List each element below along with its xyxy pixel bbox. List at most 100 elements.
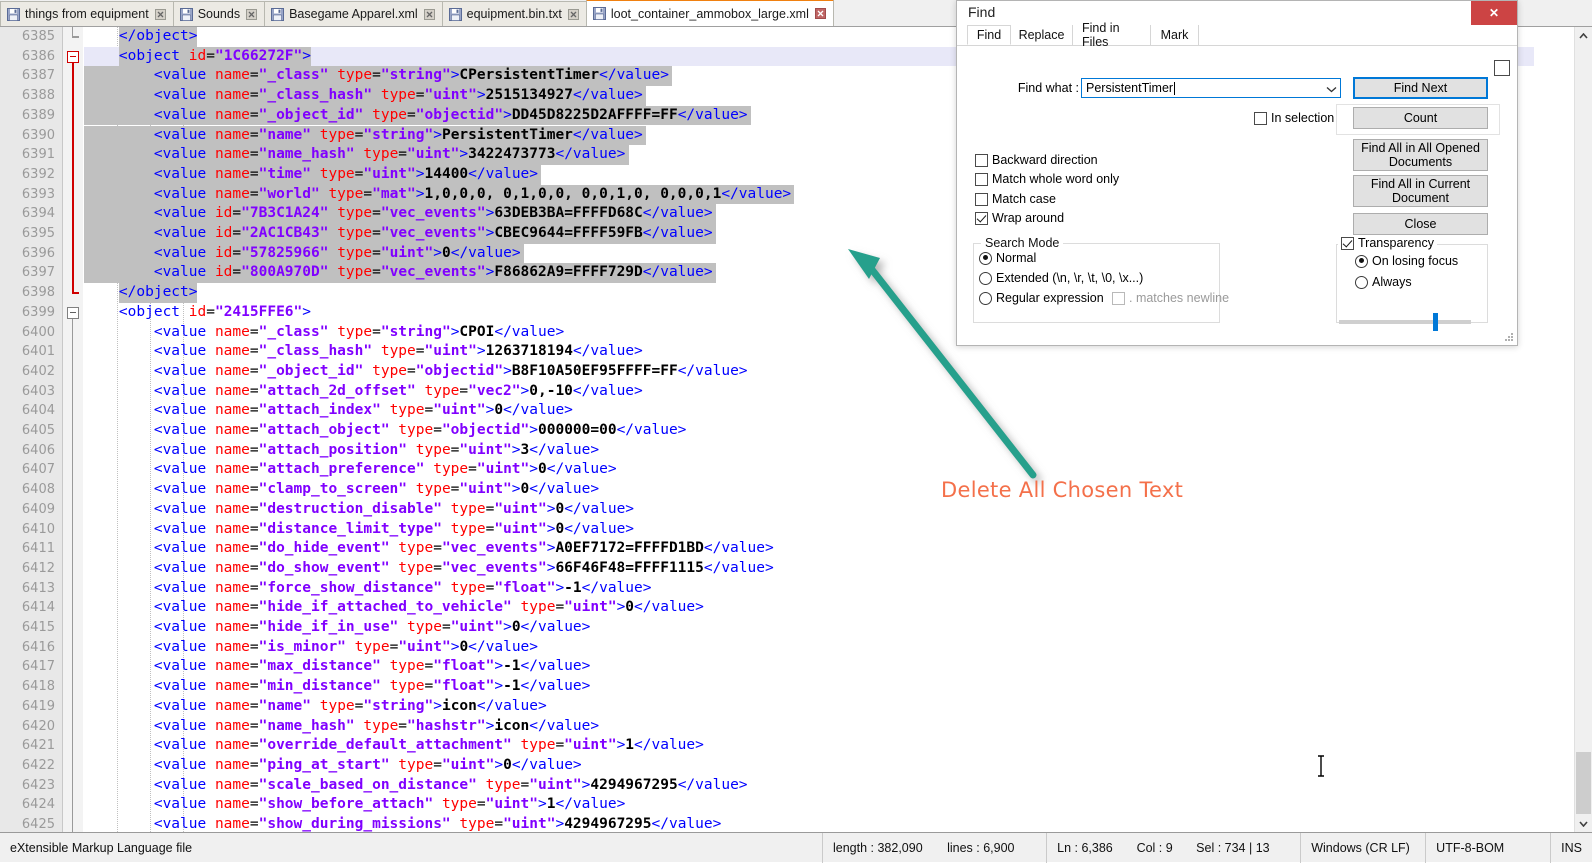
line-number: 6390 — [21, 127, 55, 143]
code-line[interactable]: <value name="override_default_attachment… — [84, 736, 1592, 756]
code-line[interactable]: <value name="clamp_to_screen" type="uint… — [84, 480, 1592, 500]
code-line[interactable]: <value name="ping_at_start" type="uint">… — [84, 756, 1592, 776]
document-tab-label: Basegame Apparel.xml — [289, 7, 418, 21]
count-button[interactable]: Count — [1353, 107, 1488, 129]
radio-box[interactable] — [979, 251, 992, 265]
code-line[interactable]: <value name="attach_position" type="uint… — [84, 441, 1592, 461]
transparency-always-radio[interactable]: Always — [1355, 275, 1412, 289]
code-line[interactable]: <value name="show_before_attach" type="u… — [84, 795, 1592, 815]
transparency-on-losing-focus-radio[interactable]: On losing focus — [1355, 254, 1458, 268]
code-line[interactable]: <value name="hide_if_in_use" type="uint"… — [84, 618, 1592, 638]
status-length: length : 382,090 — [833, 840, 923, 855]
radio-box[interactable] — [1355, 254, 1368, 268]
code-line[interactable]: <value name="show_during_missions" type=… — [84, 815, 1592, 832]
find-dialog-tab-replace[interactable]: Replace — [1011, 25, 1073, 45]
radio-box[interactable] — [1355, 275, 1368, 289]
find-dialog-tab-find[interactable]: Find — [967, 25, 1011, 45]
close-button[interactable]: Close — [1353, 213, 1488, 235]
code-folding-margin[interactable] — [63, 27, 83, 832]
fold-toggle-icon[interactable] — [67, 306, 79, 319]
checkbox-box[interactable] — [1341, 236, 1354, 250]
document-tab-label: things from equipment — [25, 7, 149, 21]
checkbox-box[interactable] — [1494, 60, 1510, 76]
in-selection-label: In selection — [1271, 111, 1335, 125]
status-line-number: Ln : 6,386 — [1057, 840, 1113, 855]
document-tab-2[interactable]: Basegame Apparel.xml — [264, 1, 443, 26]
match-case-checkbox[interactable]: Match case — [975, 192, 1056, 206]
wrap-around-checkbox[interactable]: Wrap around — [975, 211, 1064, 225]
code-line[interactable]: <value name="do_show_event" type="vec_ev… — [84, 559, 1592, 579]
find-all-opened-documents-button[interactable]: Find All in All Opened Documents — [1353, 139, 1488, 171]
vertical-scrollbar[interactable] — [1574, 27, 1592, 832]
code-line[interactable]: <value name="scale_based_on_distance" ty… — [84, 776, 1592, 796]
code-line[interactable]: <value name="attach_object" type="object… — [84, 421, 1592, 441]
tab-close-icon[interactable] — [423, 8, 436, 21]
find-next-button[interactable]: Find Next — [1353, 77, 1488, 99]
scroll-down-arrow[interactable] — [1575, 815, 1592, 832]
find-dialog-tab-find-in-files[interactable]: Find in Files — [1073, 21, 1151, 49]
code-line[interactable]: <value name="destruction_disable" type="… — [84, 500, 1592, 520]
matches-newline-label: . matches newline — [1129, 291, 1230, 305]
find-dialog-title: Find — [968, 4, 996, 20]
resize-grip-icon[interactable] — [1504, 332, 1514, 342]
code-line[interactable]: <value name="attach_index" type="uint">0… — [84, 401, 1592, 421]
two-find-buttons-checkbox[interactable] — [1494, 60, 1514, 76]
code-line[interactable]: <value name="name_hash" type="hashstr">i… — [84, 717, 1592, 737]
tab-close-icon[interactable] — [567, 8, 580, 21]
line-number: 6398 — [21, 285, 55, 301]
scrollbar-thumb[interactable] — [1576, 752, 1591, 814]
code-line[interactable]: <value name="do_hide_event" type="vec_ev… — [84, 539, 1592, 559]
checkbox-box[interactable] — [975, 211, 988, 225]
code-line[interactable]: <value name="_object_id" type="objectid"… — [84, 362, 1592, 382]
checkbox-box[interactable] — [975, 153, 988, 167]
floppy-disk-icon — [7, 7, 20, 21]
document-tab-1[interactable]: Sounds — [172, 1, 266, 26]
transparency-slider-thumb[interactable] — [1433, 313, 1438, 331]
scroll-up-arrow[interactable] — [1575, 27, 1592, 44]
code-line[interactable]: <value name="name" type="string">icon</v… — [84, 697, 1592, 717]
document-tab-0[interactable]: things from equipment — [0, 1, 174, 26]
checkbox-box[interactable] — [975, 172, 988, 186]
find-dialog-body: Find Replace Find in Files Mark Find what :… — [957, 21, 1517, 345]
transparency-slider-track[interactable] — [1339, 320, 1471, 324]
fold-toggle-icon[interactable] — [67, 50, 79, 63]
radio-box[interactable] — [979, 271, 992, 285]
code-line[interactable]: <value name="min_distance" type="float">… — [84, 677, 1592, 697]
code-line[interactable]: <value name="distance_limit_type" type="… — [84, 520, 1592, 540]
line-number: 6387 — [21, 68, 55, 84]
search-mode-normal-radio[interactable]: Normal — [979, 251, 1036, 265]
find-dialog[interactable]: Find ✕ Find Replace Find in Files Mark Find… — [956, 0, 1518, 346]
line-number: 6413 — [21, 580, 55, 596]
backward-direction-checkbox[interactable]: Backward direction — [975, 153, 1098, 167]
match-whole-word-checkbox[interactable]: Match whole word only — [975, 172, 1119, 186]
transparency-checkbox[interactable]: Transparency — [1338, 236, 1437, 250]
find-dialog-title-bar[interactable]: Find — [957, 1, 1517, 25]
tab-close-icon[interactable] — [814, 7, 827, 20]
code-line[interactable]: <value name="attach_preference" type="ui… — [84, 460, 1592, 480]
chevron-down-icon[interactable] — [1324, 82, 1338, 96]
status-file-type: eXtensible Markup Language file — [10, 840, 193, 855]
document-tab-3[interactable]: equipment.bin.txt — [441, 1, 587, 26]
search-mode-regex-radio[interactable]: Regular expression — [979, 291, 1104, 305]
matches-newline-checkbox[interactable]: . matches newline — [1112, 291, 1229, 305]
find-dialog-tab-mark[interactable]: Mark — [1151, 25, 1199, 45]
find-all-current-document-button[interactable]: Find All in Current Document — [1353, 175, 1488, 207]
tab-close-icon[interactable] — [154, 8, 167, 21]
in-selection-checkbox[interactable]: In selection — [1254, 111, 1334, 125]
close-icon[interactable]: ✕ — [1471, 1, 1517, 25]
code-line[interactable]: <value name="force_show_distance" type="… — [84, 579, 1592, 599]
code-line[interactable]: <value name="max_distance" type="float">… — [84, 657, 1592, 677]
checkbox-box[interactable] — [975, 192, 988, 206]
tab-close-icon[interactable] — [245, 8, 258, 21]
line-number: 6407 — [21, 462, 55, 478]
find-what-combobox[interactable]: PersistentTimer — [1081, 78, 1341, 98]
search-mode-extended-radio[interactable]: Extended (\n, \r, \t, \0, \x...) — [979, 271, 1143, 285]
code-line[interactable]: <value name="hide_if_attached_to_vehicle… — [84, 598, 1592, 618]
checkbox-box[interactable] — [1254, 111, 1267, 125]
status-insert-mode: INS — [1561, 840, 1582, 855]
code-line[interactable]: <value name="is_minor" type="uint">0</va… — [84, 638, 1592, 658]
code-line[interactable]: <value name="attach_2d_offset" type="vec… — [84, 382, 1592, 402]
find-what-input[interactable]: PersistentTimer — [1086, 81, 1173, 95]
document-tab-4[interactable]: loot_container_ammobox_large.xml — [585, 0, 834, 26]
radio-box[interactable] — [979, 291, 992, 305]
